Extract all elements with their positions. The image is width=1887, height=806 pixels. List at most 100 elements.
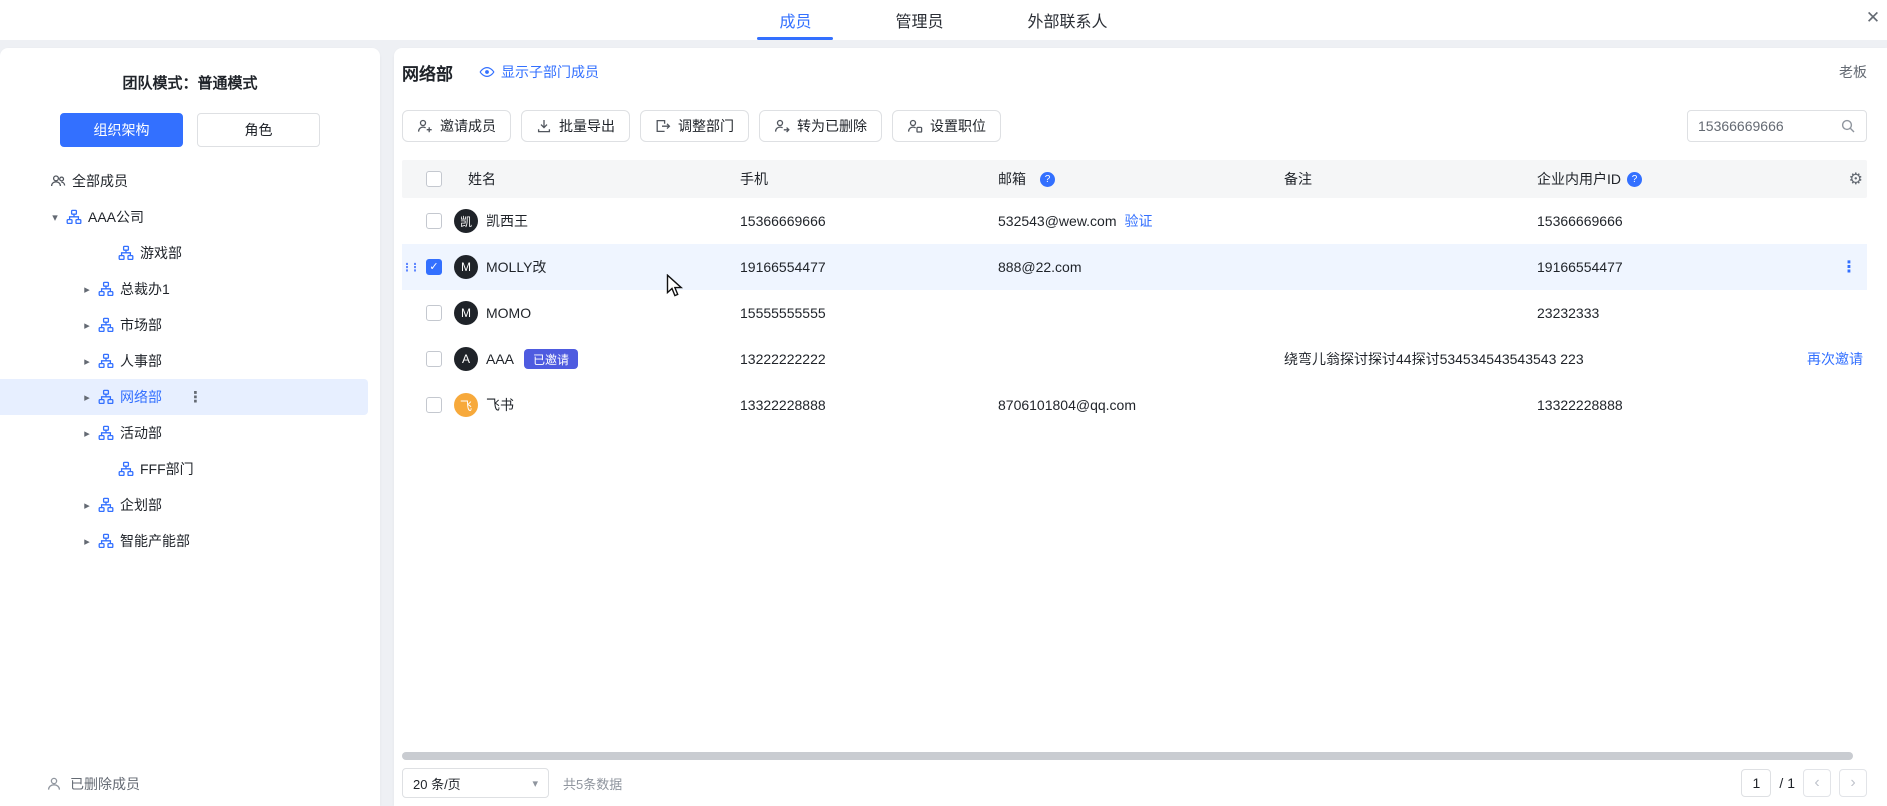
tree-item-activity-dept[interactable]: ▸ 活动部 [0,415,368,451]
caret-right-icon[interactable]: ▸ [78,499,96,512]
show-sub-department-toggle[interactable]: 显示子部门成员 [479,62,599,82]
total-pages-label: / 1 [1779,775,1795,791]
owner-label: 老板 [1839,62,1867,82]
next-page-button[interactable]: › [1839,769,1867,797]
segment-org-structure[interactable]: 组织架构 [60,113,183,147]
top-tabs: 成员 管理员 外部联系人 [751,0,1135,40]
row-more-icon[interactable]: ⋮ [1835,257,1863,277]
invite-member-icon [417,118,433,134]
caret-down-icon[interactable]: ▾ [46,211,64,224]
tree-item-hr-dept[interactable]: ▸ 人事部 [0,343,368,379]
tree-item-all-members[interactable]: 全部成员 [0,163,368,199]
tree-item-network-dept[interactable]: ▸ 网络部 ⋮ [0,379,368,415]
tree-item-president-office[interactable]: ▸ 总裁办1 [0,271,368,307]
member-name: AAA [486,351,514,367]
tree-item-label: AAA公司 [88,207,144,227]
batch-export-button[interactable]: 批量导出 [521,110,630,142]
adjust-department-button[interactable]: 调整部门 [640,110,749,142]
tree-item-label: 人事部 [120,351,162,371]
avatar: 飞 [454,393,478,417]
tab-admins-label: 管理员 [895,8,943,32]
caret-right-icon[interactable]: ▸ [78,391,96,404]
set-position-label: 设置职位 [930,116,986,136]
tab-members-label: 成员 [779,8,811,32]
pagination-controls: 1 / 1 ‹ › [1741,769,1867,797]
invite-member-button[interactable]: 邀请成员 [402,110,511,142]
members-table: 姓名 手机 邮箱 ? 备注 企业内用户ID ? ⚙ [402,160,1867,428]
member-email-cell: 888@22.com [998,259,1284,275]
verify-email-link[interactable]: 验证 [1125,211,1153,231]
tab-admins[interactable]: 管理员 [867,0,971,40]
caret-right-icon[interactable]: ▸ [78,319,96,332]
tree-item-smart-capacity-dept[interactable]: ▸ 智能产能部 [0,523,368,559]
caret-right-icon[interactable]: ▸ [78,355,96,368]
select-all-checkbox[interactable] [426,171,442,187]
page-size-value: 20 条/页 [413,774,461,793]
tree-item-label: 总裁办1 [120,279,170,299]
tree-item-label: 活动部 [120,423,162,443]
main-header: 网络部 显示子部门成员 老板 [402,48,1867,96]
member-phone: 15555555555 [740,305,998,321]
row-checkbox[interactable] [426,259,442,275]
caret-right-icon[interactable]: ▸ [78,427,96,440]
convert-to-deleted-label: 转为已删除 [797,116,867,136]
page-size-select[interactable]: 20 条/页 ▾ [402,768,549,798]
person-badge-icon [907,118,923,134]
search-icon[interactable] [1840,118,1856,134]
tab-external-contacts[interactable]: 外部联系人 [1000,0,1136,40]
tree-item-label: 游戏部 [140,243,182,263]
member-email: 532543@wew.com [998,213,1117,229]
caret-right-icon[interactable]: ▸ [78,535,96,548]
member-name: MOLLY改 [486,257,546,277]
chevron-right-icon: › [1850,774,1855,792]
row-checkbox[interactable] [426,351,442,367]
deleted-members-label: 已删除成员 [70,774,140,794]
table-row[interactable]: M MOMO 15555555555 23232333 [402,290,1867,336]
main-panel: 网络部 显示子部门成员 老板 [394,48,1887,806]
tree-item-planning-dept[interactable]: ▸ 企划部 [0,487,368,523]
segment-roles[interactable]: 角色 [197,113,320,147]
invite-member-label: 邀请成员 [440,116,496,136]
scrollbar-thumb[interactable] [402,752,1853,760]
row-checkbox[interactable] [426,305,442,321]
caret-right-icon[interactable]: ▸ [78,283,96,296]
search-input[interactable] [1698,118,1832,134]
department-icon [96,317,116,333]
invited-status-badge: 已邀请 [524,349,578,369]
help-icon[interactable]: ? [1627,172,1642,187]
department-icon [96,389,116,405]
row-checkbox[interactable] [426,213,442,229]
content-area: 团队模式：普通模式 组织架构 角色 全部成员 ▾ [0,40,1887,806]
column-settings-icon[interactable]: ⚙ [1849,169,1863,189]
department-icon [116,245,136,261]
set-position-button[interactable]: 设置职位 [892,110,1001,142]
topbar: 成员 管理员 外部联系人 ✕ [0,0,1887,40]
table-row[interactable]: ⋮⋮ M MOLLY改 19166554477 888@22.com 19166… [402,244,1867,290]
help-icon[interactable]: ? [1040,172,1055,187]
prev-page-button[interactable]: ‹ [1803,769,1831,797]
deleted-members-entry[interactable]: 已删除成员 [0,762,380,806]
tree-item-label: 智能产能部 [120,531,190,551]
tree-item-game-dept[interactable]: 游戏部 [0,235,368,271]
department-icon [116,461,136,477]
member-management-window: 成员 管理员 外部联系人 ✕ 团队模式：普通模式 组织架构 角色 [0,0,1887,806]
member-name: 凯西王 [486,211,528,231]
row-checkbox[interactable] [426,397,442,413]
table-row[interactable]: 飞 飞书 13322228888 8706101804@qq.com 13322… [402,382,1867,428]
column-header-name: 姓名 [454,169,740,189]
tree-item-market-dept[interactable]: ▸ 市场部 [0,307,368,343]
convert-to-deleted-button[interactable]: 转为已删除 [759,110,882,142]
tree-item-label: 市场部 [120,315,162,335]
drag-handle-icon[interactable]: ⋮⋮ [402,261,421,274]
tree-item-fff-dept[interactable]: FFF部门 [0,451,368,487]
member-phone: 15366669666 [740,213,998,229]
current-page-input[interactable]: 1 [1741,769,1771,797]
more-icon[interactable]: ⋮ [188,388,203,406]
tab-members[interactable]: 成员 [751,0,839,40]
download-icon [536,118,552,134]
table-row[interactable]: 凯 凯西王 15366669666 532543@wew.com 验证 1536… [402,198,1867,244]
table-row[interactable]: A AAA 已邀请 13222222222 绕弯儿翁探讨探讨44探讨534534… [402,336,1867,382]
close-icon[interactable]: ✕ [1861,8,1885,28]
reinvite-link[interactable]: 再次邀请 [1807,349,1863,369]
tree-item-aaa-company[interactable]: ▾ AAA公司 [0,199,368,235]
